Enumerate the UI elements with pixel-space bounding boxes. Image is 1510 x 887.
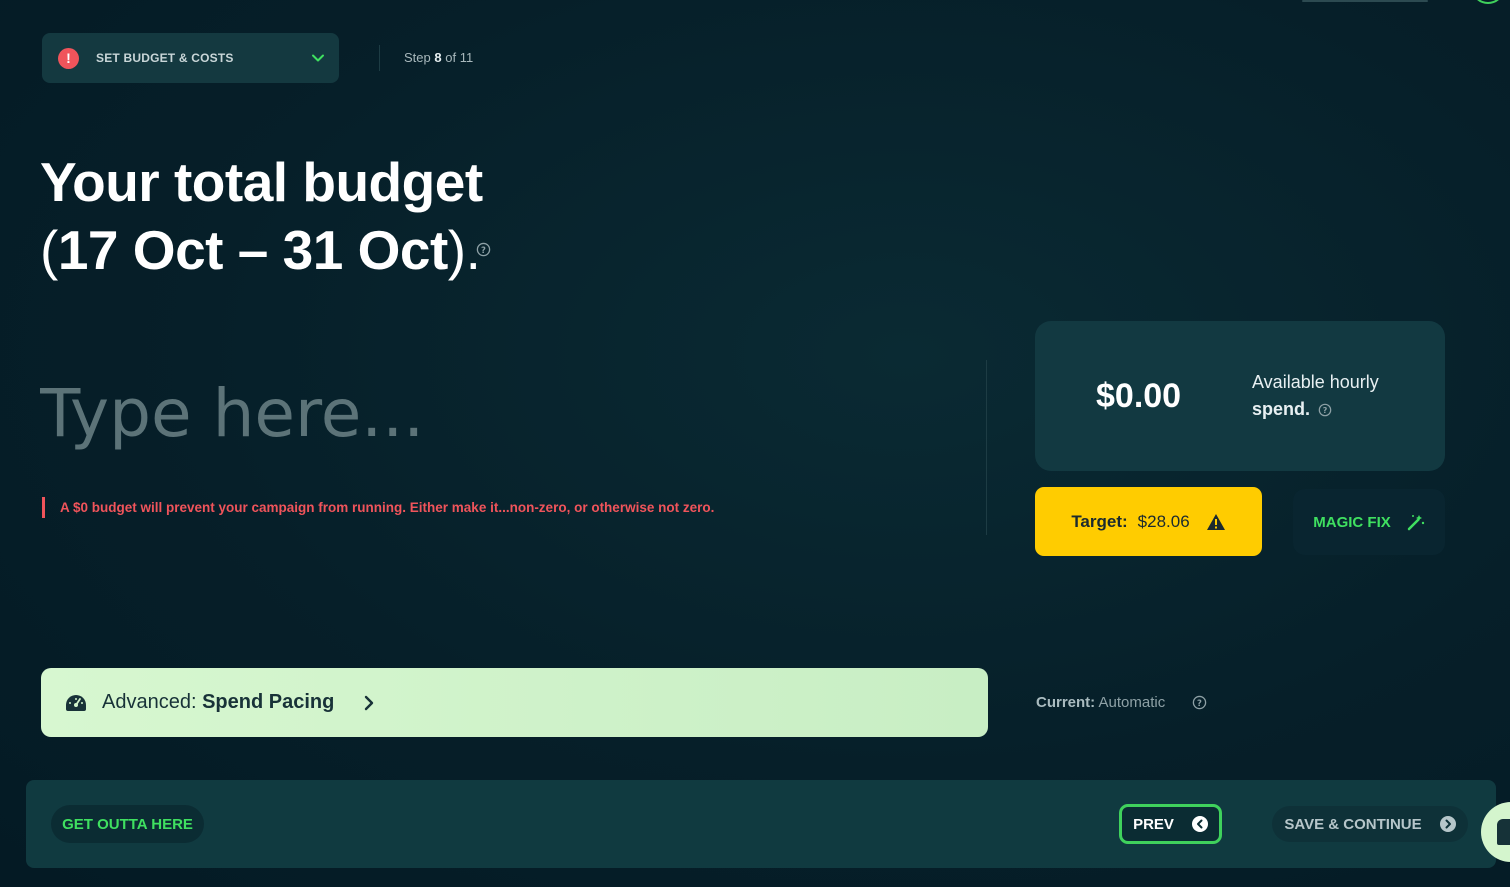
chevron-right-circle-icon: [1439, 816, 1456, 832]
save-continue-button[interactable]: SAVE & CONTINUE: [1272, 806, 1468, 842]
magic-fix-label: MAGIC FIX: [1313, 513, 1391, 531]
help-icon[interactable]: ?: [1192, 695, 1207, 710]
alert-icon: !: [58, 47, 79, 69]
warning-icon: [1206, 513, 1225, 530]
step-selector-label: SET BUDGET & COSTS: [96, 51, 234, 65]
avatar-ring[interactable]: [1473, 0, 1503, 4]
hourly-description: Available hourly spend. ?: [1252, 372, 1379, 419]
speedometer-icon: [66, 694, 86, 711]
chat-icon: [1497, 819, 1510, 845]
advanced-spend-pacing-toggle[interactable]: Advanced: Spend Pacing: [41, 668, 988, 737]
target-label: Target:: [1071, 511, 1128, 531]
target-badge[interactable]: Target: $28.06: [1035, 487, 1262, 556]
svg-text:?: ?: [1323, 406, 1328, 415]
hourly-amount: $0.00: [1096, 377, 1182, 415]
exit-button[interactable]: GET OUTTA HERE: [51, 805, 204, 843]
date-range: (17 Oct – 31 Oct).: [40, 219, 481, 281]
chevron-down-icon: [312, 54, 324, 62]
footer-bar: GET OUTTA HERE PREV SAVE & CONTINUE: [26, 780, 1496, 868]
step-counter: Step 8 of 11: [404, 50, 474, 65]
page-title: Your total budget (17 Oct – 31 Oct).: [40, 148, 483, 284]
current-pacing: Current: Automatic: [1036, 694, 1166, 711]
svg-text:?: ?: [481, 245, 486, 255]
prev-label: PREV: [1133, 815, 1174, 833]
svg-text:?: ?: [1197, 698, 1202, 708]
hourly-spend-card: $0.00 Available hourly spend. ?: [1035, 321, 1445, 471]
title-line-1: Your total budget: [40, 151, 483, 213]
magic-fix-button[interactable]: MAGIC FIX: [1293, 489, 1445, 555]
prev-button[interactable]: PREV: [1119, 804, 1222, 844]
chevron-right-icon: [365, 695, 374, 710]
step-current: 8: [434, 50, 442, 65]
divider: [986, 360, 987, 535]
save-label: SAVE & CONTINUE: [1284, 815, 1422, 833]
target-value: $28.06: [1137, 511, 1190, 531]
error-message: A $0 budget will prevent your campaign f…: [60, 500, 715, 515]
help-icon[interactable]: ?: [476, 242, 491, 257]
error-indicator: [42, 497, 45, 518]
budget-input[interactable]: [40, 368, 960, 458]
divider: [379, 45, 380, 71]
step-selector-dropdown[interactable]: ! SET BUDGET & COSTS: [42, 33, 339, 83]
top-nav-remnant: [1302, 0, 1428, 2]
help-icon[interactable]: ?: [1318, 403, 1332, 417]
chevron-left-circle-icon: [1191, 816, 1208, 832]
magic-wand-icon: [1407, 515, 1424, 531]
advanced-label: Advanced: Spend Pacing: [102, 691, 335, 713]
